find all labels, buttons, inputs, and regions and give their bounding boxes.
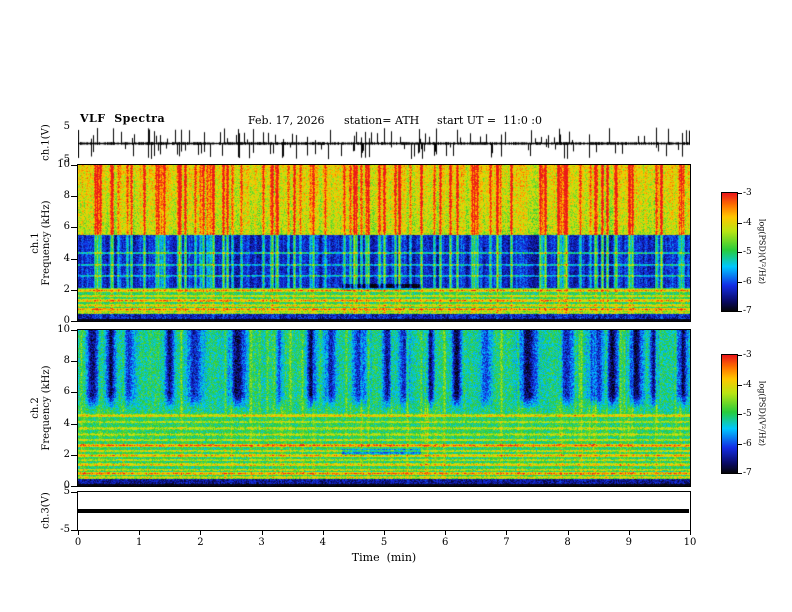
ch3-voltage-tick-label: -5 [60, 524, 70, 535]
ch1-frequency-tick-label: 8 [63, 190, 70, 202]
colorbar-1-tick-label: -5 [743, 247, 752, 257]
ch1-spectrogram [77, 164, 691, 322]
ch2-frequency-tick-mark [71, 423, 77, 425]
ch2-frequency-tick-label: 4 [63, 417, 70, 429]
ch2-frequency-tick-label: 2 [63, 448, 70, 460]
x-tick-label: 4 [319, 537, 326, 548]
ch1-waveform-plot [78, 127, 690, 160]
colorbar-1-tick-mark [738, 222, 742, 224]
ch1-frequency-tick-mark [71, 289, 77, 291]
x-tick-label: 8 [564, 537, 571, 548]
x-tick-label: 6 [442, 537, 449, 548]
colorbar-2-tick-mark [738, 443, 742, 445]
ch3-voltage-tick-mark [71, 492, 77, 493]
ch2-frequency-tick-mark [71, 330, 77, 331]
x-tick-label: 7 [503, 537, 510, 548]
ch2-spectrogram [77, 329, 691, 487]
x-tick-label: 0 [74, 537, 82, 548]
ch1-frequency-axis-label-line1: ch.1 [30, 232, 41, 254]
ch1-frequency-tick-label: 10 [57, 159, 70, 170]
colorbar-2-tick-label: -6 [743, 438, 752, 449]
start-ut-label: start UT = 11:0 :0 [437, 114, 543, 127]
vlf-spectra-figure: VLF Spectra Feb. 17, 2026 station= ATH s… [0, 0, 792, 612]
colorbar-2-tick-label: -7 [743, 468, 752, 478]
x-tick-mark [628, 530, 630, 535]
x-tick-label: 1 [136, 537, 143, 548]
ch2-frequency-tick-mark [71, 392, 77, 394]
x-tick-label: 10 [683, 537, 697, 548]
plot-title: VLF Spectra [80, 112, 166, 125]
ch1-voltage-tick-label: 5 [63, 121, 70, 132]
ch3-voltage-tick-label: 5 [63, 486, 70, 497]
colorbar-2-tick-mark [738, 414, 742, 415]
ch2-frequency-tick-label: 8 [63, 355, 70, 367]
x-tick-mark [78, 530, 79, 535]
x-tick-mark [200, 530, 202, 535]
x-tick-mark [690, 530, 691, 535]
ch2-frequency-tick-label: 10 [57, 324, 70, 335]
ch1-frequency-tick-mark [71, 258, 77, 260]
x-tick-mark [567, 530, 569, 535]
colorbar-1-tick-label: -4 [743, 217, 752, 228]
colorbar-1-tick-mark [738, 252, 742, 253]
ch1-frequency-tick-label: 4 [63, 252, 70, 264]
ch1-frequency-tick-label: 2 [63, 283, 70, 295]
x-tick-label: 9 [625, 537, 632, 548]
colorbar-2-tick-mark [738, 384, 742, 386]
ch1-frequency-tick-mark [71, 321, 77, 322]
ch1-frequency-tick-mark [71, 196, 77, 198]
ch2-frequency-axis-label: ch.2 Frequency (kHz) [30, 330, 52, 486]
station-label: station= ATH [344, 114, 420, 127]
ch1-frequency-tick-label: 6 [63, 221, 70, 233]
ch2-frequency-tick-mark [71, 454, 77, 456]
x-tick-mark [322, 530, 324, 535]
ch3-trace [78, 509, 689, 513]
x-tick-mark [506, 530, 508, 535]
colorbar-1-tick-mark [738, 281, 742, 283]
colorbar-1-tick-label: -3 [743, 188, 752, 198]
x-tick-mark [261, 530, 263, 535]
ch2-frequency-tick-label: 6 [63, 386, 70, 398]
x-tick-label: 5 [380, 537, 388, 548]
ch2-frequency-axis-label-line1: ch.2 [30, 397, 41, 419]
plot-date: Feb. 17, 2026 [248, 114, 325, 127]
colorbar-1-tick-label: -7 [743, 306, 752, 316]
colorbar-2-tick-label: -3 [743, 350, 752, 360]
colorbar-1-tick-mark [738, 193, 742, 194]
x-tick-mark [445, 530, 447, 535]
ch1-frequency-tick-mark [71, 165, 77, 166]
ch2-frequency-tick-mark [71, 486, 77, 487]
colorbar-1-tick-label: -6 [743, 276, 752, 287]
x-tick-label: 3 [258, 537, 265, 548]
ch1-frequency-axis-label-line2: Frequency (kHz) [41, 200, 52, 286]
ch1-frequency-axis-label: ch.1 Frequency (kHz) [30, 165, 52, 321]
colorbar-1-tick-mark [738, 311, 742, 312]
ch2-frequency-axis-label-line2: Frequency (kHz) [41, 365, 52, 451]
colorbar-2-tick-label: -5 [743, 409, 752, 419]
x-tick-mark [139, 530, 141, 535]
colorbar-1 [721, 192, 738, 312]
colorbar-2 [721, 354, 738, 474]
colorbar-2-tick-mark [738, 355, 742, 356]
ch3-voltage-tick-mark [71, 530, 77, 531]
colorbar-2-tick-mark [738, 473, 742, 474]
colorbar-2-tick-label: -4 [743, 379, 752, 390]
x-tick-mark [384, 530, 385, 535]
ch2-frequency-tick-mark [71, 361, 77, 363]
ch1-frequency-tick-mark [71, 227, 77, 229]
x-axis-label: Time (min) [351, 551, 417, 564]
x-tick-label: 2 [197, 537, 204, 548]
